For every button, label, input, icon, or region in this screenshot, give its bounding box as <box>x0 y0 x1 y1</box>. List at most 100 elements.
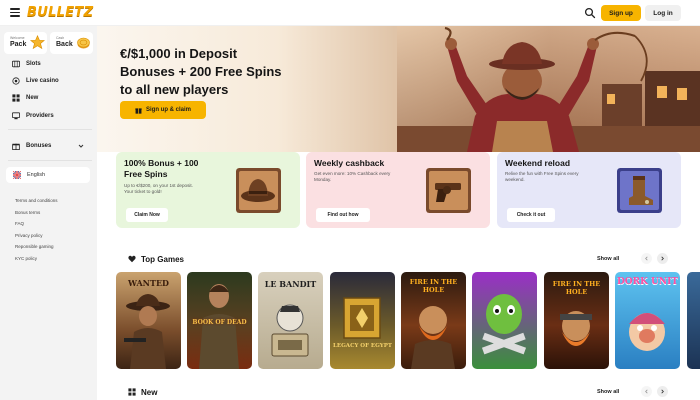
gift-icon <box>135 107 142 114</box>
offer-card-welcome[interactable]: 100% Bonus + 100 Free Spins Up to €/$200… <box>116 152 300 228</box>
offer-title-line: 100% Bonus + 100 <box>124 158 199 168</box>
promo-big-label: Pack <box>10 41 27 48</box>
game-title: LEGACY OF EGYPT <box>333 343 392 349</box>
chevron-left-icon <box>645 256 648 261</box>
uk-flag-icon <box>13 171 21 179</box>
revolver-icon <box>426 168 471 213</box>
game-title: WANTED <box>128 278 169 288</box>
new-section-header: New <box>128 386 157 398</box>
sidebar-item-providers[interactable]: Providers <box>12 110 54 122</box>
chevron-down-icon[interactable] <box>78 143 84 149</box>
top-bar: BULLETZ Sign up Log in <box>0 0 700 26</box>
footer-link-responsible-gaming[interactable]: Reponsible gaming <box>15 244 54 249</box>
find-out-how-button[interactable]: Find out how <box>316 208 370 222</box>
game-art <box>343 297 381 339</box>
sidebar-item-slots[interactable]: Slots <box>12 58 41 70</box>
new-section-prev-button[interactable] <box>641 386 652 397</box>
hero-title-line: to all new players <box>120 82 229 97</box>
sign-up-claim-label: Sign up & claim <box>145 107 191 113</box>
new-section-next-button[interactable] <box>657 386 668 397</box>
cowboy-hero-illustration <box>397 26 700 152</box>
sign-up-claim-button[interactable]: Sign up & claim <box>120 101 206 119</box>
offer-title: 100% Bonus + 100 Free Spins <box>124 158 198 180</box>
new-section-show-all[interactable]: Show all <box>597 389 619 395</box>
login-button[interactable]: Log in <box>645 5 681 21</box>
footer-link-bonus-terms[interactable]: Bonus terms <box>15 210 40 215</box>
game-art <box>560 311 592 346</box>
app-root: BULLETZ Sign up Log in Welcome Pack Cash… <box>0 0 700 400</box>
slot-icon <box>12 60 20 68</box>
sidebar-item-label: Providers <box>26 113 54 119</box>
game-tile[interactable] <box>687 272 700 369</box>
game-tile[interactable]: WANTED <box>116 272 181 369</box>
offer-description: Get even more: 10% Cashback every Monday… <box>314 171 424 183</box>
footer-link-privacy[interactable]: Privacy policy <box>15 233 43 238</box>
heart-icon <box>128 255 136 263</box>
game-tile[interactable]: FIRE IN THE HOLE <box>401 272 466 369</box>
gift-icon <box>12 143 20 150</box>
promo-big-label: Back <box>56 41 73 48</box>
search-icon[interactable] <box>584 7 596 19</box>
sidebar: Welcome Pack Cash Back Slots Live casino… <box>0 26 97 400</box>
check-it-out-button[interactable]: Check it out <box>507 208 555 222</box>
language-label: English <box>27 172 46 178</box>
offer-desc-line: Your ticket to gold! <box>124 189 162 195</box>
promo-small-label: Cash <box>56 36 65 40</box>
offer-title: Weekend reload <box>505 158 571 168</box>
footer-link-terms[interactable]: Terms and conditions <box>15 198 58 203</box>
grid-icon <box>12 94 20 102</box>
top-games-title: Top Games <box>141 254 184 264</box>
game-title: BOOK OF DEAD <box>192 319 247 326</box>
chevron-left-icon <box>645 389 648 394</box>
offer-desc-line: Monday. <box>314 177 332 183</box>
claim-now-button[interactable]: Claim Now <box>126 208 168 222</box>
top-games-next-button[interactable] <box>657 253 668 264</box>
hero-banner: €/$1,000 in Deposit Bonuses + 200 Free S… <box>97 26 700 152</box>
offer-desc-line: weekend. <box>505 177 525 183</box>
game-art <box>411 306 455 369</box>
game-title: LE BANDIT <box>264 279 317 289</box>
sidebar-item-bonuses[interactable]: Bonuses <box>12 140 51 152</box>
game-tile[interactable]: FIRE IN THE HOLE <box>544 272 609 369</box>
game-tile[interactable]: LE BANDIT <box>258 272 323 369</box>
chevron-right-icon <box>661 389 664 394</box>
live-icon <box>12 77 20 85</box>
language-selector[interactable]: English <box>6 167 90 183</box>
footer-link-faq[interactable]: FAQ <box>15 221 24 226</box>
promo-small-label: Welcome <box>10 36 25 40</box>
top-games-header: Top Games <box>128 253 184 265</box>
offer-description: Up to €/$200, on your 1st deposit. Your … <box>124 183 234 195</box>
game-tile[interactable]: DORK UNIT <box>615 272 680 369</box>
cowboy-hat-icon <box>236 168 281 213</box>
top-games-show-all[interactable]: Show all <box>597 256 619 262</box>
brand-logo[interactable]: BULLETZ <box>27 5 93 20</box>
game-title: DORK UNIT <box>616 277 679 287</box>
cash-back-card[interactable]: Cash Back <box>50 32 93 54</box>
offer-card-cashback[interactable]: Weekly cashback Get even more: 10% Cashb… <box>306 152 490 228</box>
sidebar-item-new[interactable]: New <box>12 92 38 104</box>
offer-title: Weekly cashback <box>314 158 385 168</box>
signup-button[interactable]: Sign up <box>601 5 641 21</box>
game-art <box>271 304 309 357</box>
hero-title-line: Bonuses + 200 Free Spins <box>120 64 282 79</box>
footer-link-kyc[interactable]: KYC policy <box>15 256 37 261</box>
sidebar-item-live-casino[interactable]: Live casino <box>12 75 59 87</box>
top-games-prev-button[interactable] <box>641 253 652 264</box>
sidebar-item-label: Slots <box>26 61 41 67</box>
sidebar-item-label: Bonuses <box>26 143 52 149</box>
coin-icon <box>77 37 90 49</box>
offer-card-weekend[interactable]: Weekend reload Relive the fun with Free … <box>497 152 681 228</box>
hero-title: €/$1,000 in Deposit Bonuses + 200 Free S… <box>120 45 300 99</box>
game-tile[interactable]: BOOK OF DEAD <box>187 272 252 369</box>
sidebar-item-label: Live casino <box>26 78 59 84</box>
welcome-pack-card[interactable]: Welcome Pack <box>4 32 47 54</box>
sidebar-divider <box>8 160 92 161</box>
game-tile[interactable]: LEGACY OF EGYPT <box>330 272 395 369</box>
grid-icon <box>128 388 136 396</box>
boot-icon <box>617 168 662 213</box>
promo-row: Welcome Pack Cash Back <box>4 32 93 54</box>
offer-description: Relive the fun with Free Spins every wee… <box>505 171 615 183</box>
star-icon <box>30 35 45 50</box>
menu-icon[interactable] <box>10 8 20 17</box>
game-tile[interactable] <box>472 272 537 369</box>
